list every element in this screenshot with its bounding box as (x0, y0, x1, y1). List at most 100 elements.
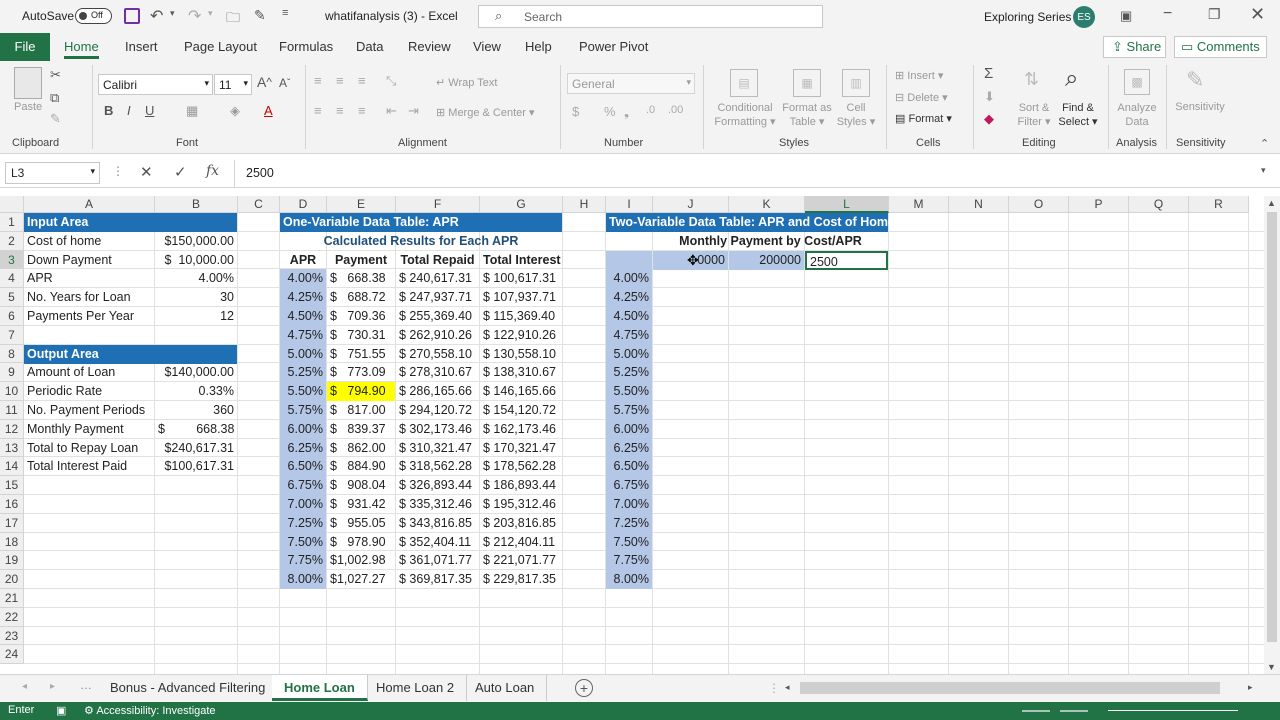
payment-cell[interactable]: $ 751.55 (327, 345, 395, 364)
payment-cell[interactable]: $ 709.36 (327, 307, 395, 326)
align-right-icon[interactable]: ≡ (358, 103, 366, 118)
row-header[interactable]: 11 (0, 401, 24, 420)
apr-row-cell[interactable]: 8.00% (606, 570, 652, 590)
apr-row-cell[interactable]: 6.25% (606, 438, 652, 458)
row-header[interactable]: 17 (0, 513, 24, 533)
output-value[interactable]: $100,617.31 (155, 457, 237, 476)
payment-cell[interactable]: $ 862.00 (327, 439, 395, 458)
output-label[interactable]: Amount of Loan (24, 363, 154, 382)
accessibility-button[interactable]: ⚙ Accessibility: Investigate (84, 704, 216, 717)
apr-row-cell[interactable]: 4.00% (606, 269, 652, 289)
apr-row-cell[interactable]: 7.50% (606, 532, 652, 552)
scroll-up-icon[interactable]: ▲ (1267, 198, 1276, 208)
row-header[interactable]: 20 (0, 570, 24, 589)
row-header[interactable]: 4 (0, 269, 24, 289)
column-header[interactable]: K (729, 196, 805, 213)
column-header[interactable]: C (238, 196, 280, 213)
minimize-icon[interactable]: − (1163, 5, 1172, 23)
apr-cell[interactable]: 5.25% (280, 363, 326, 383)
payment-cell[interactable]: $ 688.72 (327, 288, 395, 307)
input-label[interactable]: Payments Per Year (24, 307, 154, 326)
input-value[interactable]: 30 (155, 288, 237, 307)
sheet-tab-home-loan-2[interactable]: Home Loan 2 (364, 675, 468, 701)
total-repaid-cell[interactable]: $ 310,321.47 (396, 439, 479, 458)
apr-cell[interactable]: 4.00% (280, 269, 326, 289)
search-box[interactable]: ⌕ Search (478, 5, 823, 28)
column-header[interactable]: H (563, 196, 606, 213)
page-layout-view-icon[interactable] (1060, 710, 1088, 712)
increase-indent-icon[interactable]: ⇥ (408, 103, 419, 119)
column-header[interactable]: L (805, 196, 889, 213)
output-value[interactable]: $140,000.00 (155, 363, 237, 382)
formula-input[interactable]: 2500 (246, 166, 274, 180)
payment-cell[interactable]: $1,002.98 (327, 551, 395, 570)
total-repaid-cell[interactable]: $ 335,312.46 (396, 495, 479, 514)
total-repaid-cell[interactable]: $ 286,165.66 (396, 382, 479, 401)
column-header[interactable]: F (396, 196, 480, 213)
column-header[interactable]: P (1069, 196, 1129, 213)
apr-row-cell[interactable]: 6.50% (606, 457, 652, 477)
total-interest-cell[interactable]: $ 212,404.11 (480, 533, 562, 552)
sensitivity-icon[interactable]: ✎ (1186, 67, 1204, 93)
paste-icon[interactable] (14, 67, 42, 99)
total-interest-cell[interactable]: $ 186,893.44 (480, 476, 562, 495)
sort-filter-icon[interactable]: ⇅ (1024, 69, 1039, 90)
next-sheet-icon[interactable]: ▸ (50, 681, 55, 692)
total-repaid-cell[interactable]: $ 318,562.28 (396, 457, 479, 476)
row-header[interactable]: 8 (0, 344, 24, 364)
customize-qat-icon[interactable]: ≡ (282, 7, 288, 19)
apr-row-cell[interactable]: 4.25% (606, 288, 652, 308)
total-interest-cell[interactable]: $ 203,816.85 (480, 514, 562, 533)
two-var-subtitle[interactable]: Monthly Payment by Cost/APR (653, 232, 888, 251)
vertical-scrollbar[interactable]: ▲ ▼ (1264, 196, 1280, 674)
analyze-data-button[interactable]: Analyze Data (1112, 101, 1162, 129)
format-cells-button[interactable]: ▤ Format ▾ (895, 112, 952, 125)
apr-cell[interactable]: 5.00% (280, 344, 326, 364)
apr-cell[interactable]: 8.00% (280, 570, 326, 590)
sort-filter-button[interactable]: Sort & Filter ▾ (1016, 101, 1052, 129)
open-folder-icon[interactable]: 🗀 (226, 7, 240, 31)
row-header[interactable]: 12 (0, 419, 24, 439)
payment-cell[interactable]: $1,027.27 (327, 570, 395, 589)
sheet-overflow-icon[interactable]: … (80, 678, 92, 698)
cell-styles-icon[interactable]: ▥ (842, 69, 870, 97)
output-label[interactable]: Total Interest Paid (24, 457, 154, 476)
row-header[interactable]: 19 (0, 551, 24, 571)
total-repaid-cell[interactable]: $ 262,910.26 (396, 326, 479, 345)
row-header[interactable]: 7 (0, 325, 24, 345)
apr-cell[interactable]: 6.25% (280, 438, 326, 458)
comments-button[interactable]: ▭ Comments (1174, 36, 1267, 58)
total-repaid-cell[interactable]: $ 326,893.44 (396, 476, 479, 495)
comma-icon[interactable]: ❟ (624, 104, 629, 120)
total-interest-cell[interactable]: $ 130,558.10 (480, 345, 562, 364)
row-header[interactable]: 21 (0, 589, 24, 608)
autosave-toggle[interactable]: Off (75, 8, 112, 24)
column-header[interactable]: D (280, 196, 327, 213)
row-header[interactable]: 3 (0, 250, 24, 270)
conditional-formatting-button[interactable]: Conditional Formatting ▾ (712, 101, 778, 129)
apr-cell[interactable]: 6.75% (280, 476, 326, 496)
one-var-title[interactable]: One-Variable Data Table: APR (280, 213, 562, 232)
select-all-corner[interactable] (0, 196, 24, 213)
align-middle-icon[interactable]: ≡ (336, 73, 344, 88)
align-top-icon[interactable]: ≡ (314, 73, 322, 88)
copy-icon[interactable]: ⧉ (50, 90, 59, 106)
redo-dropdown-icon[interactable]: ▾ (208, 8, 213, 19)
bold-icon[interactable]: B (104, 103, 113, 118)
output-value[interactable]: $ 668.38 (155, 420, 237, 439)
total-repaid-cell[interactable]: $ 255,369.40 (396, 307, 479, 326)
total-interest-cell[interactable]: $ 107,937.71 (480, 288, 562, 307)
column-header[interactable]: M (889, 196, 949, 213)
apr-cell[interactable]: 5.75% (280, 401, 326, 420)
tab-file[interactable]: File (0, 33, 50, 61)
scroll-left-icon[interactable]: ◂ (785, 682, 790, 693)
align-bottom-icon[interactable]: ≡ (358, 73, 366, 88)
merge-center-button[interactable]: ⊞ Merge & Center ▾ (436, 106, 535, 119)
total-repaid-cell[interactable]: $ 240,617.31 (396, 269, 479, 288)
input-label[interactable]: Down Payment (24, 251, 154, 270)
two-var-title[interactable]: Two-Variable Data Table: APR and Cost of… (606, 213, 895, 232)
fill-color-icon[interactable]: ◈ (230, 103, 240, 119)
cancel-entry-icon[interactable]: ✕ (140, 163, 153, 181)
input-value[interactable]: 12 (155, 307, 237, 326)
sheet-tab-auto-loan[interactable]: Auto Loan (463, 675, 548, 701)
